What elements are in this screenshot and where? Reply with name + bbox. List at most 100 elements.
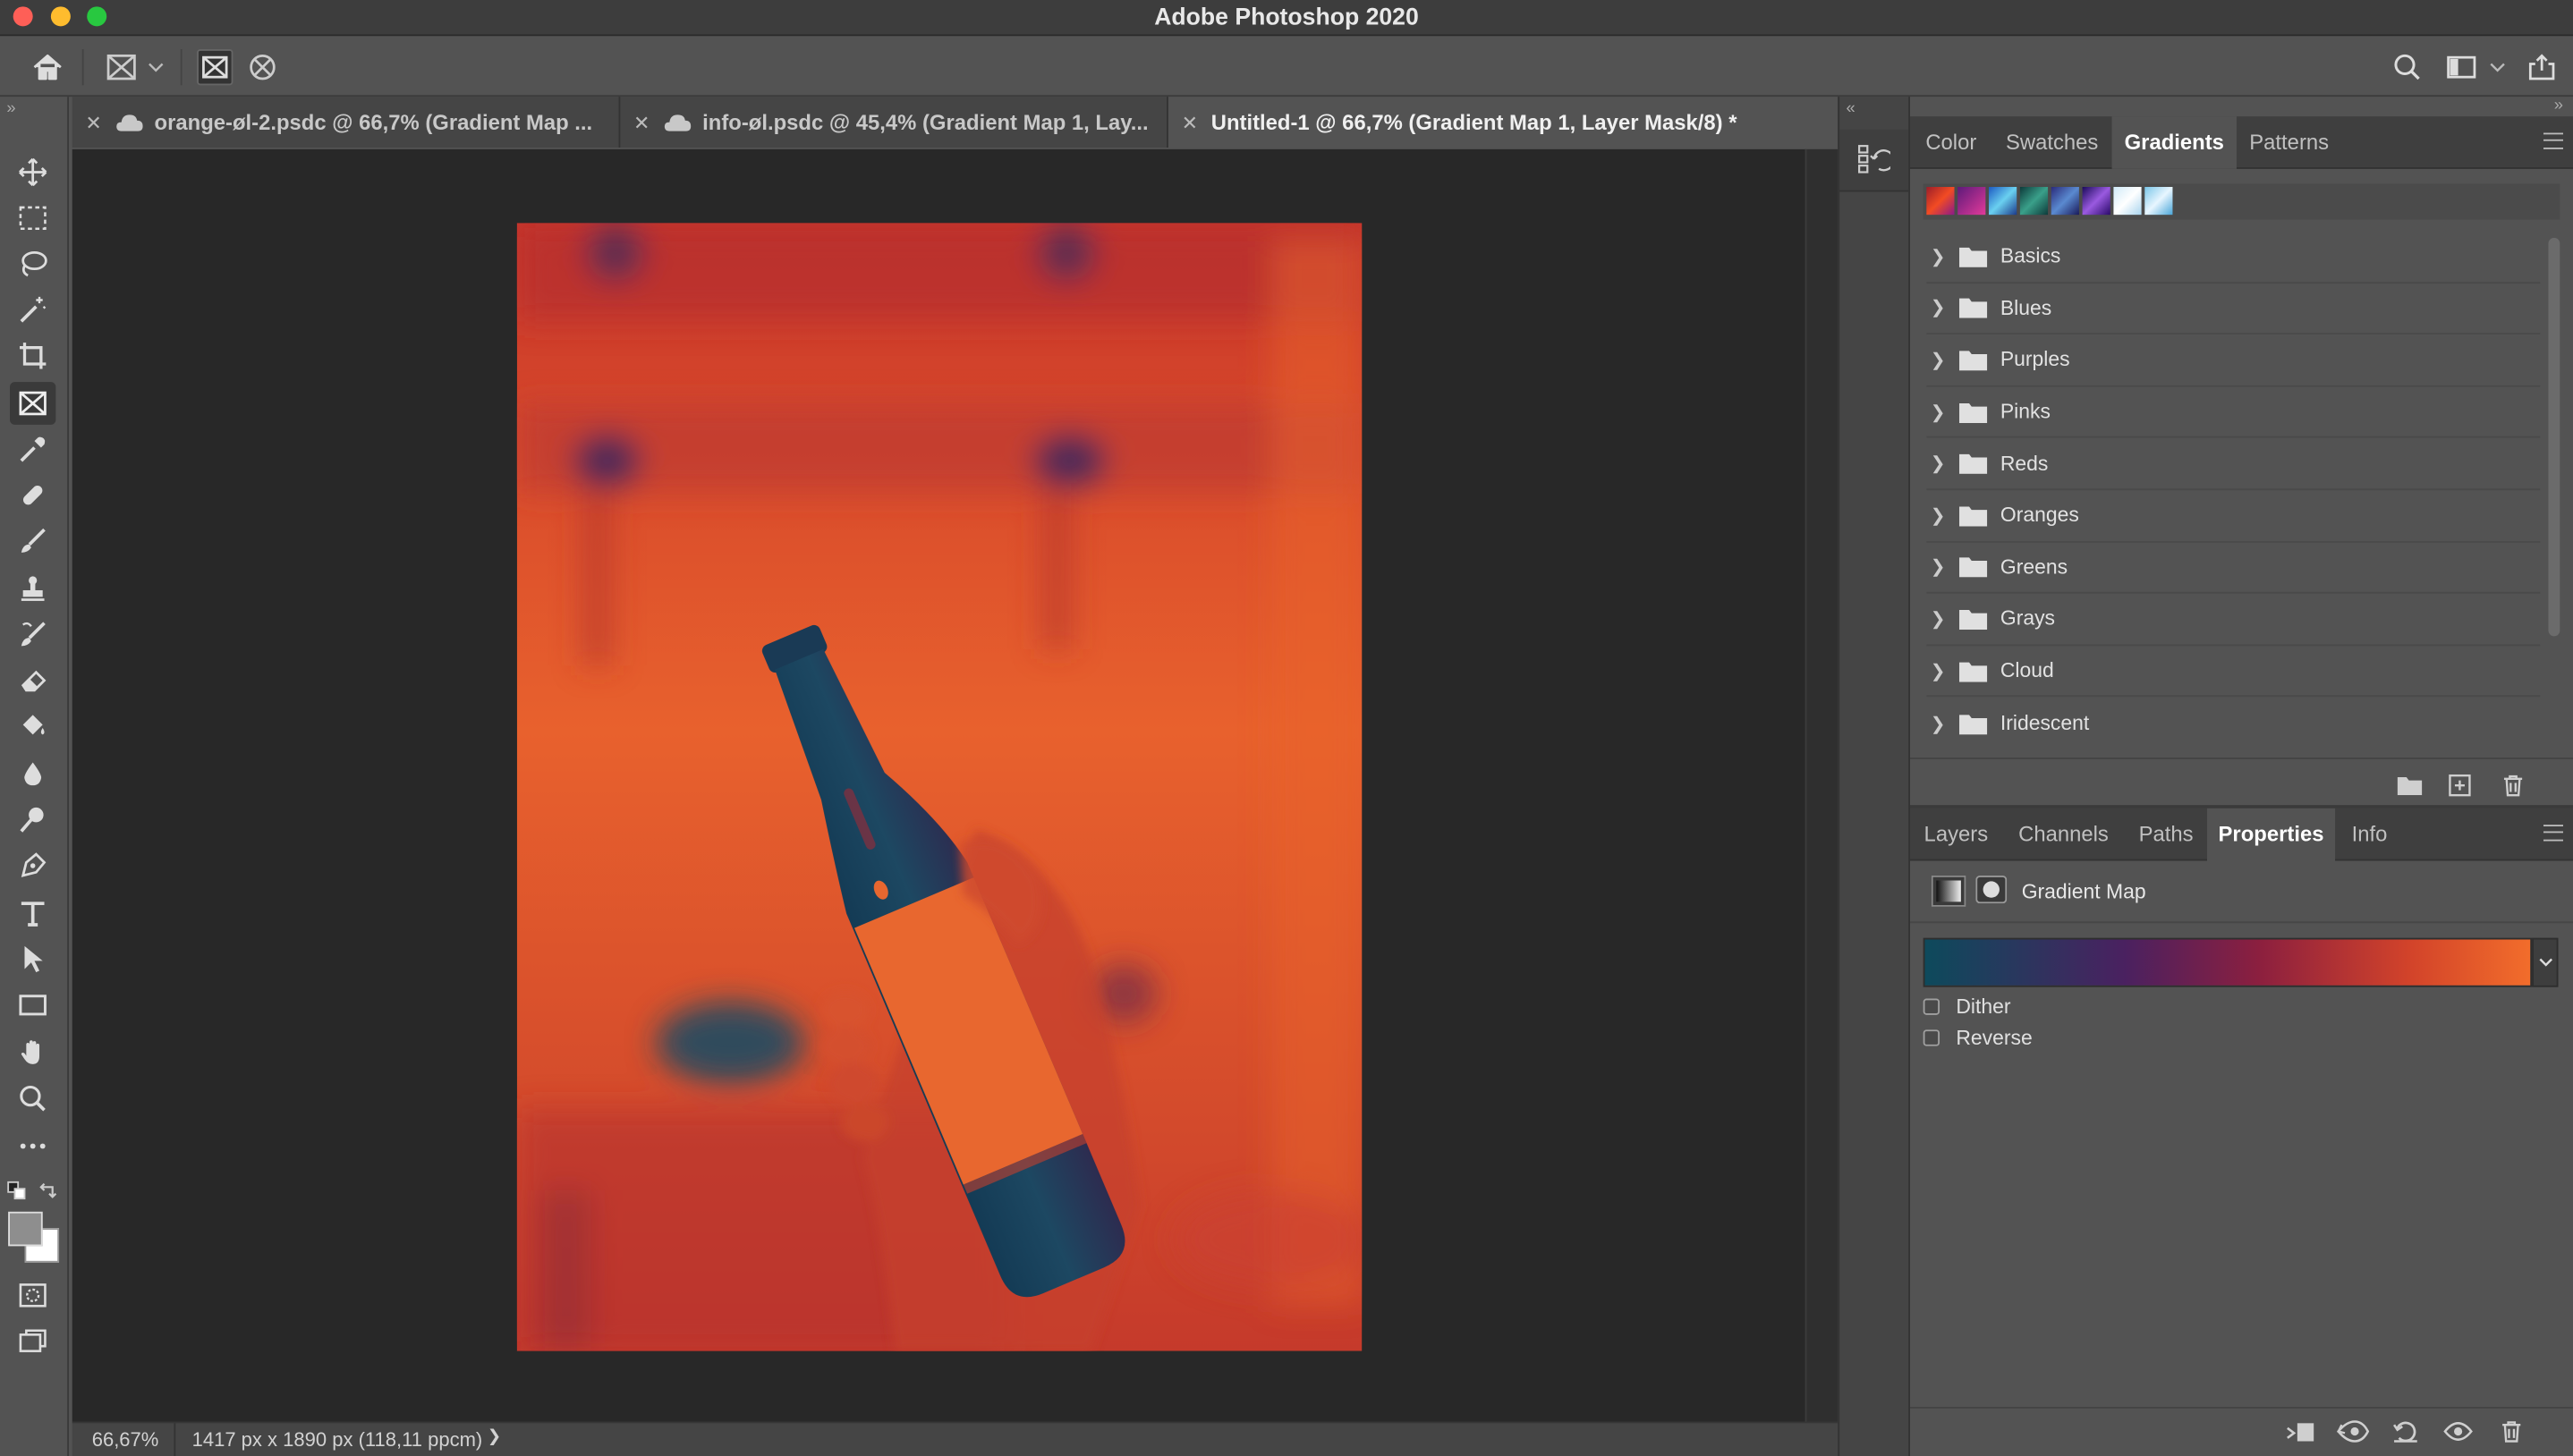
swap-colors-icon[interactable] <box>38 1181 57 1200</box>
tab-channels[interactable]: Channels <box>2002 808 2126 861</box>
tab-gradients[interactable]: Gradients <box>2111 116 2237 169</box>
clone-stamp-tool-icon[interactable] <box>10 567 55 610</box>
tab-swatches[interactable]: Swatches <box>1992 116 2112 169</box>
recent-gradient-swatch[interactable] <box>1957 186 1986 216</box>
gradient-group-pinks[interactable]: ❯ Pinks <box>1926 386 2541 439</box>
marquee-tool-icon[interactable] <box>10 197 55 240</box>
document-tab[interactable]: ✕ info-øl.psdc @ 45,4% (Gradient Map 1, … <box>620 97 1168 148</box>
healing-brush-tool-icon[interactable] <box>10 474 55 517</box>
close-tab-icon[interactable]: ✕ <box>1182 111 1198 134</box>
eraser-tool-icon[interactable] <box>10 659 55 702</box>
chevron-right-icon[interactable]: ❯ <box>1926 608 1949 630</box>
new-group-icon[interactable] <box>2392 771 2425 800</box>
gradient-group-greens[interactable]: ❯ Greens <box>1926 542 2541 595</box>
chevron-right-icon[interactable]: ❯ <box>1926 660 1949 681</box>
chevron-right-icon[interactable]: ❯ <box>1926 556 1949 578</box>
recent-gradient-swatch[interactable] <box>2051 186 2079 216</box>
gradient-group-basics[interactable]: ❯ Basics <box>1926 231 2541 284</box>
gradient-group-cloud[interactable]: ❯ Cloud <box>1926 646 2541 698</box>
new-gradient-icon[interactable] <box>2443 771 2476 800</box>
eyedropper-tool-icon[interactable] <box>10 427 55 470</box>
gradients-scrollbar[interactable] <box>2548 237 2560 637</box>
pen-tool-icon[interactable] <box>10 844 55 887</box>
zoom-level[interactable]: 66,67% <box>92 1428 159 1452</box>
panel-menu-icon[interactable] <box>2543 825 2563 842</box>
default-colors-icon[interactable] <box>6 1181 26 1200</box>
status-menu-arrow[interactable]: ❯ <box>488 1428 501 1446</box>
dodge-tool-icon[interactable] <box>10 799 55 842</box>
recent-gradient-swatch[interactable] <box>1989 186 2017 216</box>
chevron-down-icon[interactable] <box>144 49 167 85</box>
history-brush-tool-icon[interactable] <box>10 614 55 656</box>
chevron-right-icon[interactable]: ❯ <box>1926 246 1949 267</box>
home-icon[interactable] <box>30 49 65 85</box>
chevron-right-icon[interactable]: ❯ <box>1926 401 1949 422</box>
more-tools-icon[interactable] <box>10 1125 55 1168</box>
gradient-group-reds[interactable]: ❯ Reds <box>1926 438 2541 491</box>
document-tab[interactable]: ✕ orange-øl-2.psdc @ 66,7% (Gradient Map… <box>72 97 621 148</box>
ellipse-frame-icon[interactable] <box>244 49 280 85</box>
trash-icon[interactable] <box>2496 771 2529 800</box>
reset-icon[interactable] <box>2390 1417 2423 1446</box>
chevron-right-icon[interactable]: ❯ <box>1926 298 1949 318</box>
zoom-tool-icon[interactable] <box>10 1077 55 1120</box>
collapse-toolbar-icon[interactable]: » <box>6 100 15 118</box>
share-icon[interactable] <box>2524 49 2560 85</box>
collapse-left-icon[interactable]: « <box>1846 100 1855 118</box>
frame-tool-icon[interactable] <box>104 49 140 85</box>
gradient-dropdown-button[interactable] <box>2532 937 2559 987</box>
brush-tool-icon[interactable] <box>10 520 55 563</box>
recent-gradient-swatch[interactable] <box>2144 186 2173 216</box>
tab-color[interactable]: Color <box>1910 116 1992 169</box>
tab-patterns[interactable]: Patterns <box>2237 116 2341 169</box>
gradient-group-purples[interactable]: ❯ Purples <box>1926 334 2541 387</box>
recent-gradient-swatch[interactable] <box>2019 186 2049 216</box>
gradient-group-iridescent[interactable]: ❯ Iridescent <box>1926 698 2540 749</box>
panel-menu-icon[interactable] <box>2543 132 2563 149</box>
chevron-down-icon[interactable] <box>2486 49 2509 85</box>
frame-tool-icon[interactable] <box>10 382 56 425</box>
clip-to-layer-icon[interactable] <box>2284 1417 2317 1446</box>
view-previous-state-icon[interactable] <box>2337 1417 2370 1446</box>
gradient-group-oranges[interactable]: ❯ Oranges <box>1926 490 2541 543</box>
vertical-scrollbar[interactable] <box>1804 148 1838 1422</box>
rectangle-tool-icon[interactable] <box>10 984 55 1027</box>
tab-info[interactable]: Info <box>2335 808 2404 861</box>
tab-paths[interactable]: Paths <box>2125 808 2207 861</box>
paint-bucket-tool-icon[interactable] <box>10 705 55 748</box>
type-tool-icon[interactable] <box>10 892 55 935</box>
blur-tool-icon[interactable] <box>10 752 55 795</box>
close-tab-icon[interactable]: ✕ <box>633 111 650 134</box>
search-icon[interactable] <box>2390 49 2425 85</box>
delete-adjustment-icon[interactable] <box>2494 1417 2527 1446</box>
dither-checkbox[interactable] <box>1923 998 1940 1015</box>
foreground-color-swatch[interactable] <box>8 1211 43 1247</box>
collapse-panels-icon[interactable]: » <box>2554 97 2563 114</box>
recent-gradient-swatch[interactable] <box>2082 186 2110 216</box>
history-panel-icon[interactable] <box>1857 142 1890 175</box>
tab-properties[interactable]: Properties <box>2206 808 2336 861</box>
document-image[interactable] <box>516 223 1363 1351</box>
crop-tool-icon[interactable] <box>10 334 55 377</box>
reverse-checkbox[interactable] <box>1923 1029 1940 1046</box>
gradient-group-grays[interactable]: ❯ Grays <box>1926 594 2541 646</box>
chevron-right-icon[interactable]: ❯ <box>1926 453 1949 474</box>
gradient-group-blues[interactable]: ❯ Blues <box>1926 283 2541 335</box>
recent-gradient-swatch[interactable] <box>1926 186 1955 216</box>
workspace-icon[interactable] <box>2443 49 2479 85</box>
move-tool-icon[interactable] <box>10 151 55 194</box>
quick-mask-icon[interactable] <box>10 1274 55 1316</box>
recent-gradient-swatch[interactable] <box>2113 186 2142 216</box>
close-tab-icon[interactable]: ✕ <box>85 111 101 134</box>
layer-mask-icon[interactable] <box>1975 876 2008 904</box>
gradient-map-preview[interactable] <box>1923 937 2533 987</box>
hand-tool-icon[interactable] <box>10 1031 55 1074</box>
document-tab-active[interactable]: ✕ Untitled-1 @ 66,7% (Gradient Map 1, La… <box>1168 97 1838 148</box>
tab-layers[interactable]: Layers <box>1910 808 2002 861</box>
chevron-right-icon[interactable]: ❯ <box>1926 713 1949 734</box>
lasso-tool-icon[interactable] <box>10 242 55 285</box>
visibility-eye-icon[interactable] <box>2441 1417 2475 1446</box>
magic-wand-tool-icon[interactable] <box>10 289 55 332</box>
chevron-right-icon[interactable]: ❯ <box>1926 504 1949 526</box>
screen-mode-icon[interactable] <box>10 1320 55 1363</box>
